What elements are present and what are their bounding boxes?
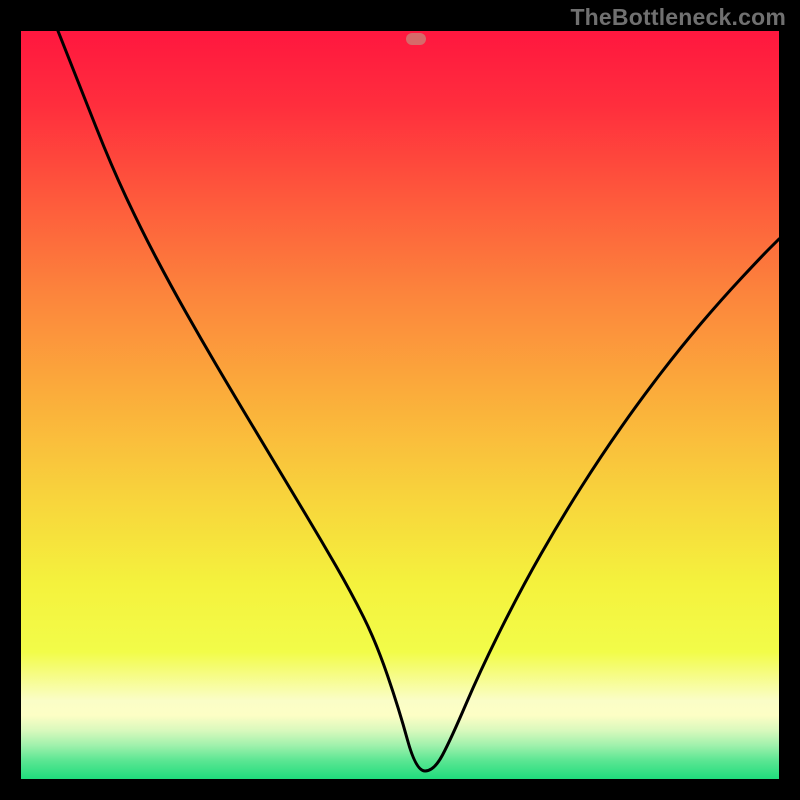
optimal-marker <box>406 33 426 45</box>
bottleneck-chart <box>21 31 779 779</box>
plot-area <box>21 31 779 779</box>
chart-frame: TheBottleneck.com <box>0 0 800 800</box>
gradient-background <box>21 31 779 779</box>
watermark-text: TheBottleneck.com <box>570 4 786 31</box>
